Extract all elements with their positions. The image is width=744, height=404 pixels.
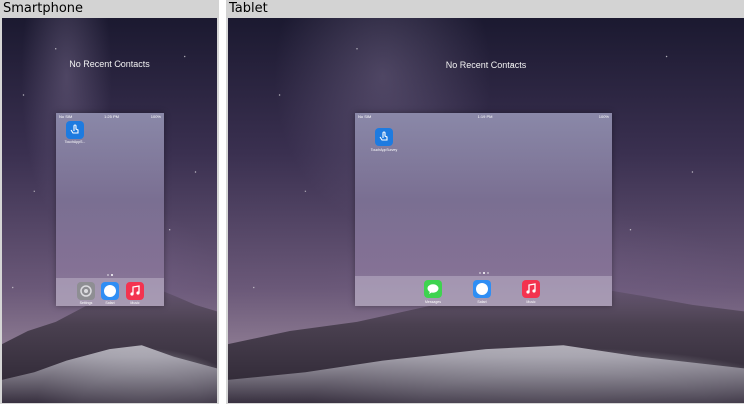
battery-label: 100% [598,114,609,119]
messages-icon[interactable] [424,280,442,298]
dock-label-messages: Messages [425,300,441,304]
music-icon[interactable] [126,282,144,300]
time-label: 1:25 PM [104,114,119,119]
time-label: 1:19 PM [477,114,493,119]
status-bar: No SIM 1:19 PM 100% [355,113,612,120]
no-recent-contacts: No Recent Contacts [69,59,150,69]
wallpaper: No Recent Contacts No SIM 1:19 PM 100% T… [228,18,744,403]
app-switcher-card[interactable]: No SIM 1:25 PM 100% TouchAppS... Setting… [56,113,164,306]
battery-label: 100% [150,114,161,119]
dock: Settings Safari Music [56,278,164,306]
panel-title: Smartphone [0,0,219,18]
dock-label-music: Music [526,300,536,304]
app-label: TouchAppSurvey [370,148,398,152]
music-icon[interactable] [522,280,540,298]
tablet-panel: Tablet No Recent Contacts No SIM 1:19 PM… [226,0,744,404]
app-switcher-card[interactable]: No SIM 1:19 PM 100% TouchAppSurvey Messa… [355,113,612,306]
settings-icon[interactable] [77,282,95,300]
dock-label-safari: Safari [477,300,487,304]
page-indicator [355,272,612,274]
smartphone-panel: Smartphone No Recent Contacts No SIM 1:2… [0,0,219,404]
carrier-label: No SIM [358,114,372,119]
status-bar: No SIM 1:25 PM 100% [56,113,164,120]
no-recent-contacts: No Recent Contacts [445,60,527,70]
dock: Messages Safari Music [355,276,612,306]
safari-icon[interactable] [473,280,491,298]
dock-label-music: Music [130,301,140,305]
touch-app-icon[interactable] [375,128,393,146]
wallpaper: No Recent Contacts No SIM 1:25 PM 100% T… [2,18,217,403]
app-label: TouchAppS... [64,140,86,144]
page-indicator [56,274,164,276]
touch-app-icon[interactable] [66,121,84,139]
carrier-label: No SIM [59,114,73,119]
safari-icon[interactable] [101,282,119,300]
panel-title: Tablet [226,0,744,18]
